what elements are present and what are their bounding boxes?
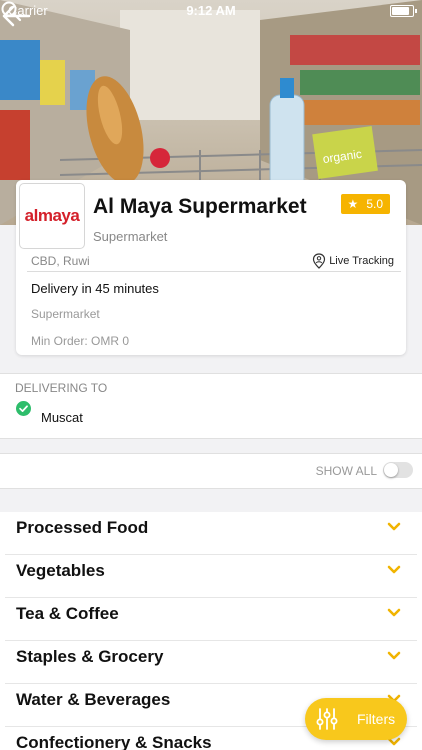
live-tracking-button[interactable]: Live Tracking — [312, 253, 394, 269]
store-type: Supermarket — [31, 307, 100, 321]
location-person-icon — [313, 253, 326, 269]
rating-value: 5.0 — [366, 197, 383, 211]
filters-button[interactable]: Filters — [305, 698, 407, 740]
category-label: Water & Beverages — [16, 690, 171, 709]
category-row[interactable]: Staples & Grocery — [5, 641, 417, 684]
show-all-row: SHOW ALL — [0, 453, 422, 489]
chevron-down-icon — [387, 608, 401, 617]
store-info-card: almaya Al Maya Supermarket ★ 5.0 Superma… — [16, 180, 406, 355]
category-label: Staples & Grocery — [16, 647, 164, 666]
chevron-down-icon — [387, 522, 401, 531]
category-label: Confectionery & Snacks — [16, 733, 212, 750]
status-time: 9:12 AM — [186, 3, 236, 18]
category-label: Vegetables — [16, 561, 105, 580]
store-logo-text: almaya — [24, 206, 80, 225]
divider — [27, 271, 401, 272]
filters-label: Filters — [357, 711, 396, 727]
star-icon: ★ — [347, 197, 359, 211]
store-category: Supermarket — [93, 229, 168, 244]
toggle-knob — [384, 463, 398, 477]
min-order: Min Order: OMR 0 — [31, 334, 130, 348]
category-label: Tea & Coffee — [16, 604, 119, 623]
store-name: Al Maya Supermarket — [93, 195, 307, 218]
rating-badge: ★ 5.0 — [340, 194, 390, 214]
delivery-city: Muscat — [41, 410, 83, 425]
battery-icon — [390, 5, 417, 17]
category-row[interactable]: Tea & Coffee — [5, 598, 417, 641]
check-circle-icon — [16, 401, 31, 416]
delivering-to-label: DELIVERING TO — [15, 381, 108, 395]
category-row[interactable]: Vegetables — [5, 555, 417, 598]
show-all-label: SHOW ALL — [315, 464, 377, 478]
delivery-time: Delivery in 45 minutes — [31, 281, 159, 296]
chevron-down-icon — [387, 651, 401, 660]
chevron-down-icon — [387, 565, 401, 574]
status-bar: Carrier 9:12 AM — [0, 0, 422, 22]
search-icon[interactable] — [0, 0, 22, 22]
delivering-to-section[interactable]: DELIVERING TO Muscat — [0, 373, 422, 439]
category-row[interactable]: Processed Food — [5, 512, 417, 555]
sliders-icon — [316, 708, 338, 730]
store-logo: almaya — [19, 183, 85, 249]
show-all-toggle[interactable] — [383, 462, 413, 478]
store-location: CBD, Ruwi — [31, 254, 90, 268]
live-tracking-label: Live Tracking — [329, 255, 394, 267]
category-label: Processed Food — [16, 518, 149, 537]
